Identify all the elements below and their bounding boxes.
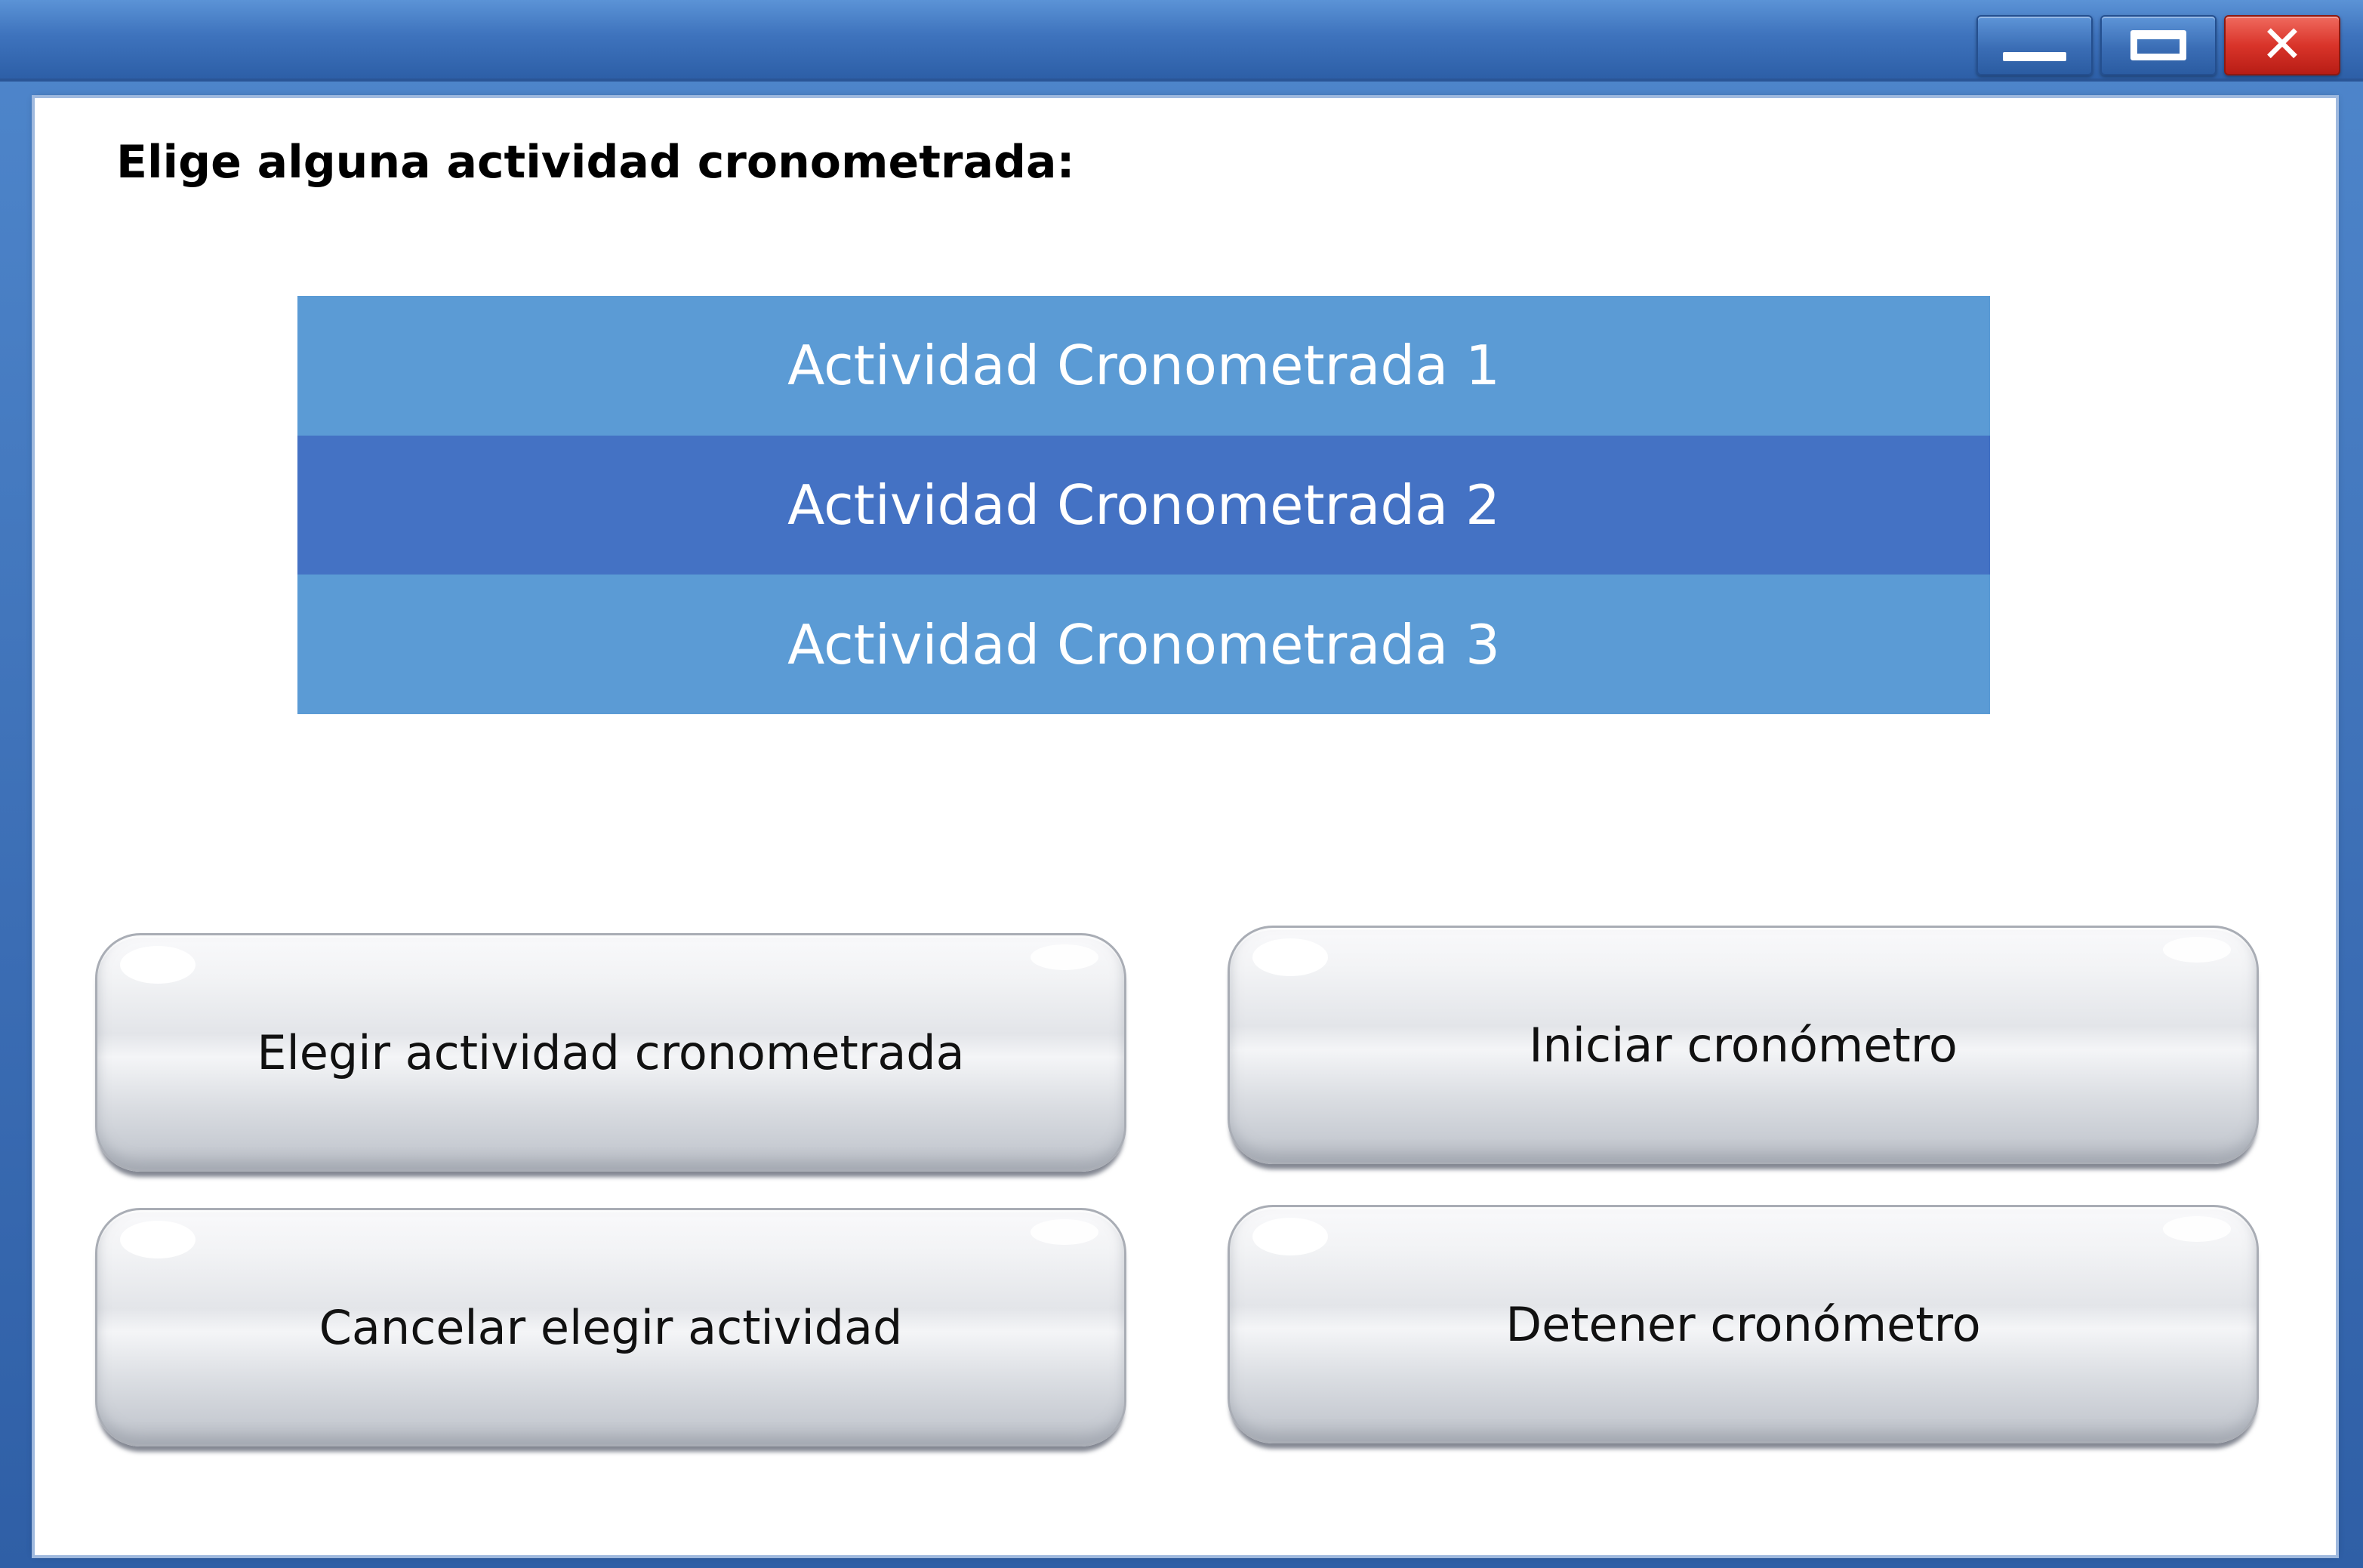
choose-activity-button[interactable]: Elegir actividad cronometrada (95, 933, 1126, 1172)
content-area: Elige alguna actividad cronometrada: Act… (35, 98, 2336, 1555)
start-timer-label: Iniciar cronómetro (1529, 1017, 1958, 1073)
prompt-label: Elige alguna actividad cronometrada: (116, 136, 1075, 189)
minimize-button[interactable] (1976, 15, 2093, 75)
cancel-choose-label: Cancelar elegir actividad (319, 1299, 903, 1355)
start-timer-button[interactable]: Iniciar cronómetro (1228, 926, 2259, 1164)
app-window: ✕ Elige alguna actividad cronometrada: A… (0, 0, 2363, 1568)
button-group: Elegir actividad cronometrada Iniciar cr… (95, 926, 2259, 1454)
minimize-icon (2003, 52, 2066, 61)
choose-activity-label: Elegir actividad cronometrada (257, 1024, 965, 1080)
activity-item-1[interactable]: Actividad Cronometrada 1 (297, 296, 1990, 436)
close-button[interactable]: ✕ (2224, 15, 2340, 75)
activity-item-3[interactable]: Actividad Cronometrada 3 (297, 575, 1990, 714)
maximize-button[interactable] (2100, 15, 2217, 75)
close-icon: ✕ (2260, 15, 2304, 75)
cancel-choose-button[interactable]: Cancelar elegir actividad (95, 1208, 1126, 1446)
activity-list[interactable]: Actividad Cronometrada 1 Actividad Crono… (297, 296, 1990, 714)
activity-item-2[interactable]: Actividad Cronometrada 2 (297, 435, 1990, 575)
stop-timer-button[interactable]: Detener cronómetro (1228, 1205, 2259, 1443)
title-bar[interactable]: ✕ (0, 0, 2363, 82)
maximize-icon (2130, 30, 2186, 60)
window-controls: ✕ (1976, 15, 2340, 75)
stop-timer-label: Detener cronómetro (1505, 1296, 1981, 1352)
